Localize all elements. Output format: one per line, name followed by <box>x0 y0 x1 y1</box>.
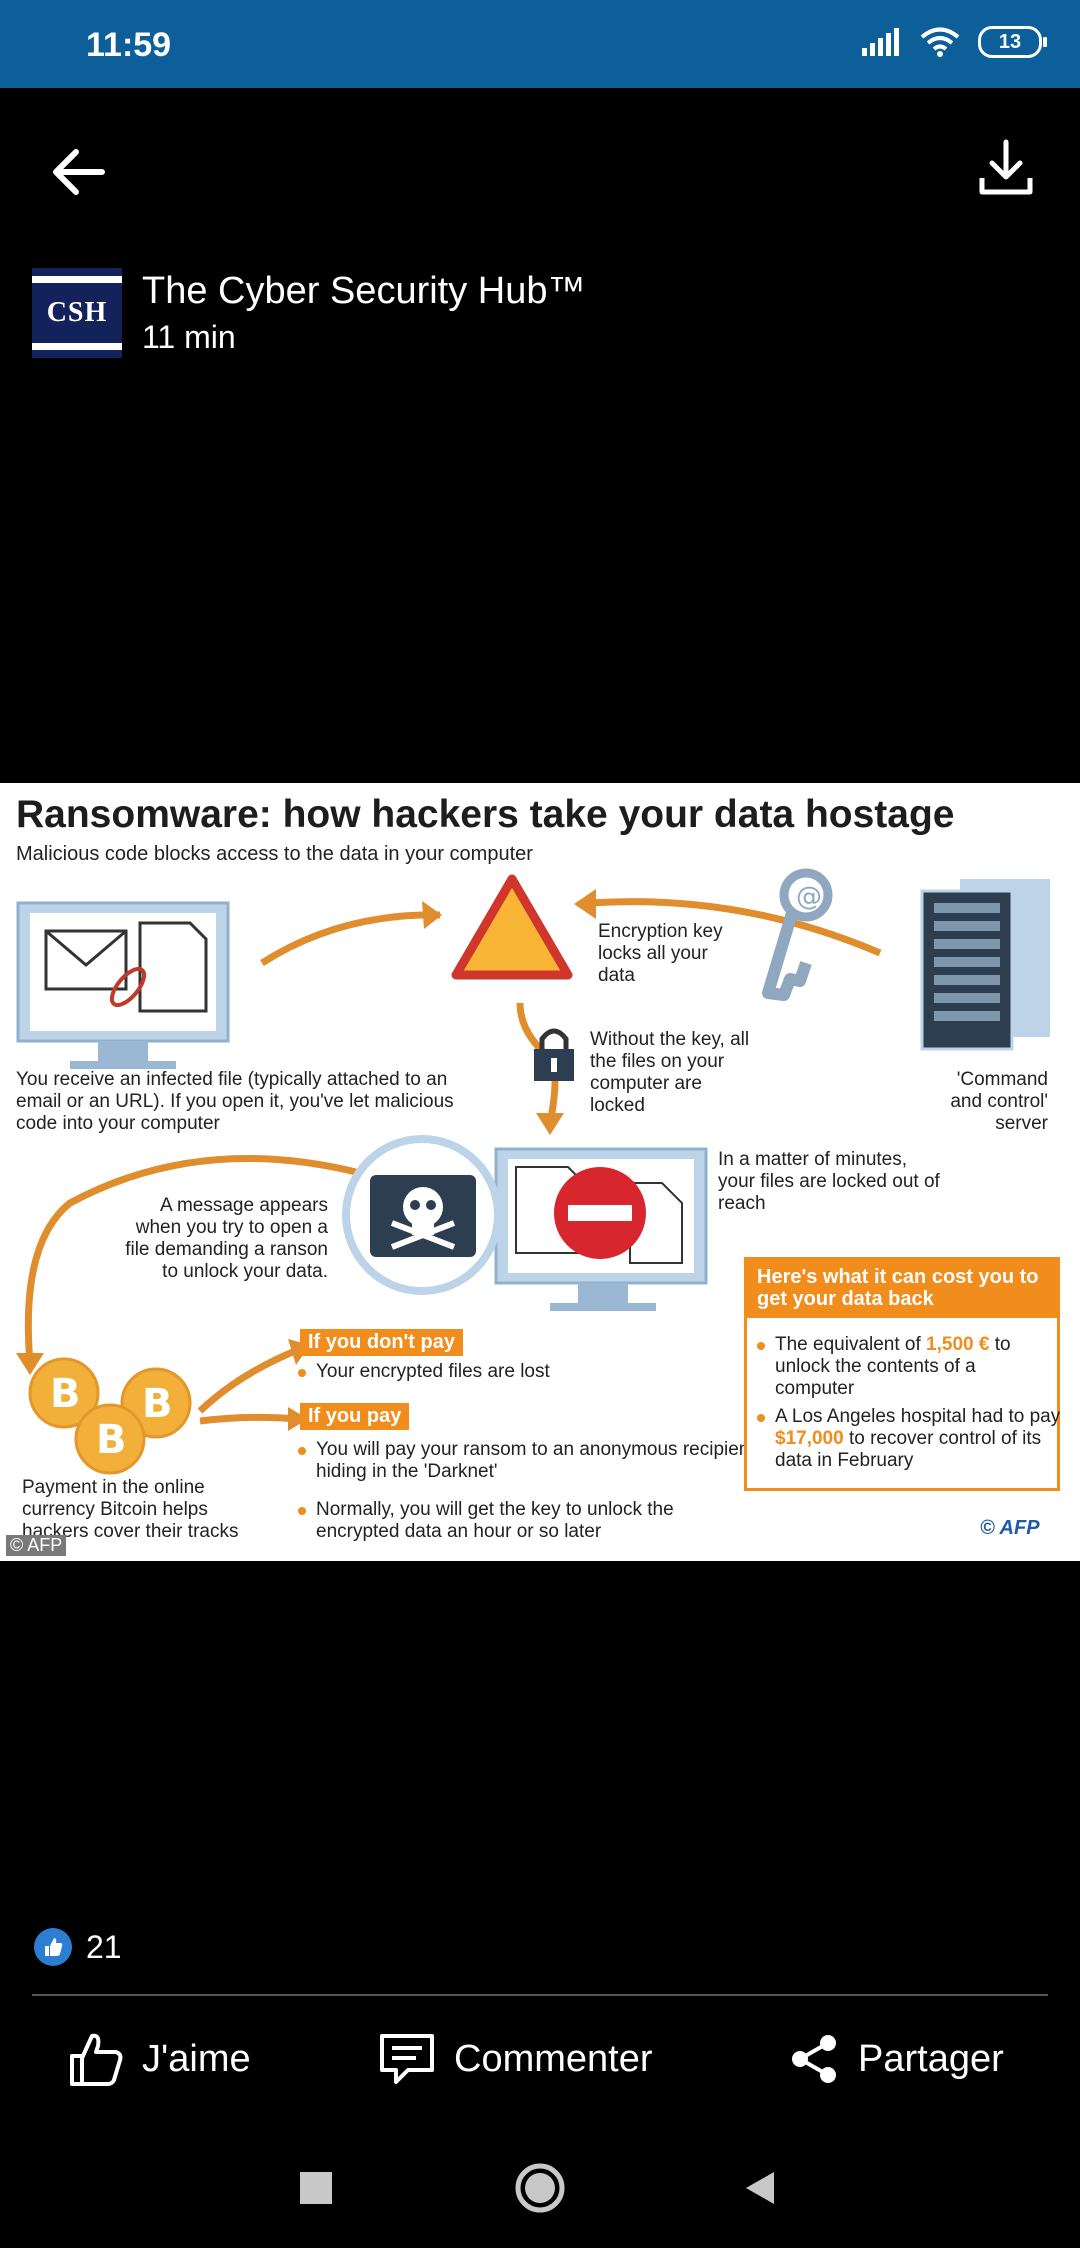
cost-1-amount: 1,500 € <box>926 1334 990 1355</box>
avatar[interactable]: CSH <box>32 268 122 358</box>
cost-1-text: The equivalent of <box>775 1334 927 1355</box>
like-badge-icon <box>34 1928 72 1966</box>
cost-box: Here's what it can cost you to get your … <box>744 1257 1060 1491</box>
post-author[interactable]: CSH The Cyber Security Hub™ 11 min <box>32 268 586 358</box>
author-name[interactable]: The Cyber Security Hub™ <box>142 270 586 313</box>
recents-square-icon[interactable] <box>296 2168 336 2208</box>
battery-icon: 13 <box>978 26 1047 58</box>
status-icons: 13 <box>862 26 1047 58</box>
divider <box>32 1994 1048 1996</box>
svg-text:@: @ <box>796 882 822 912</box>
back-triangle-icon[interactable] <box>740 2168 780 2208</box>
bitcoin-icon: B B B <box>28 1357 192 1475</box>
skull-message-icon <box>342 1135 502 1295</box>
cost-2-amount: $17,000 <box>775 1428 844 1449</box>
infected-computer-icon <box>16 901 230 1069</box>
top-bar <box>0 88 1080 248</box>
pay-bullet-2: Normally, you will get the key to unlock… <box>296 1499 736 1543</box>
post-time: 11 min <box>142 319 236 355</box>
thumbs-up-icon <box>70 2033 123 2086</box>
avatar-text: CSH <box>46 297 108 328</box>
comment-button[interactable]: Commenter <box>378 2022 653 2096</box>
padlock-icon <box>534 1028 574 1081</box>
server-icon <box>920 879 1050 1051</box>
svg-text:B: B <box>96 1417 127 1463</box>
without-key-text: Without the key, all the files on your c… <box>590 1029 750 1116</box>
share-button[interactable]: Partager <box>788 2022 1004 2096</box>
image-credit: © AFP <box>6 1535 67 1556</box>
comment-label: Commenter <box>454 2037 653 2080</box>
svg-text:B: B <box>50 1371 81 1417</box>
like-label: J'aime <box>142 2037 251 2080</box>
cost-bullet-1: The equivalent of 1,500 € to unlock the … <box>755 1334 1055 1400</box>
cost-bullet-2: A Los Angeles hospital had to pay $17,00… <box>755 1406 1067 1472</box>
minutes-text: In a matter of minutes, your files are l… <box>718 1149 940 1214</box>
if-dont-pay-label: If you don't pay <box>300 1329 463 1356</box>
afp-logo: © AFP <box>980 1517 1040 1539</box>
cost-title: Here's what it can cost you to get your … <box>747 1260 1057 1318</box>
svg-text:B: B <box>142 1381 173 1427</box>
reactions-summary[interactable]: 21 <box>34 1928 122 1966</box>
back-arrow-icon[interactable] <box>46 140 110 204</box>
comment-icon <box>380 2034 434 2084</box>
bitcoin-text: Payment in the online currency Bitcoin h… <box>22 1477 239 1542</box>
home-circle-icon[interactable] <box>514 2162 566 2214</box>
wifi-icon <box>920 27 960 57</box>
server-text: 'Command and control' server <box>950 1069 1048 1134</box>
like-count: 21 <box>86 1928 122 1965</box>
pay-bullet-1: You will pay your ransom to an anonymous… <box>296 1439 756 1483</box>
system-nav-bar <box>0 2148 1080 2248</box>
encryption-key-text: Encryption key locks all your data <box>598 921 723 986</box>
message-text: A message appears when you try to open a… <box>125 1195 328 1282</box>
post-actions: J'aime Commenter Partager <box>0 2022 1080 2096</box>
share-icon <box>792 2035 836 2083</box>
infected-file-text: You receive an infected file (typically … <box>16 1069 454 1134</box>
post-image[interactable]: Ransomware: how hackers take your data h… <box>0 783 1080 1561</box>
if-pay-label: If you pay <box>300 1403 410 1430</box>
status-time: 11:59 <box>86 26 172 64</box>
download-icon[interactable] <box>974 136 1038 200</box>
status-bar: 11:59 13 <box>0 0 1080 88</box>
cost-2-text: A Los Angeles hospital had to pay <box>775 1406 1061 1427</box>
dont-pay-bullet: Your encrypted files are lost <box>296 1361 736 1383</box>
share-label: Partager <box>858 2037 1004 2080</box>
locked-computer-icon <box>494 1147 708 1311</box>
like-button[interactable]: J'aime <box>68 2022 251 2096</box>
warning-triangle-icon <box>451 874 573 980</box>
signal-icon <box>862 28 899 56</box>
